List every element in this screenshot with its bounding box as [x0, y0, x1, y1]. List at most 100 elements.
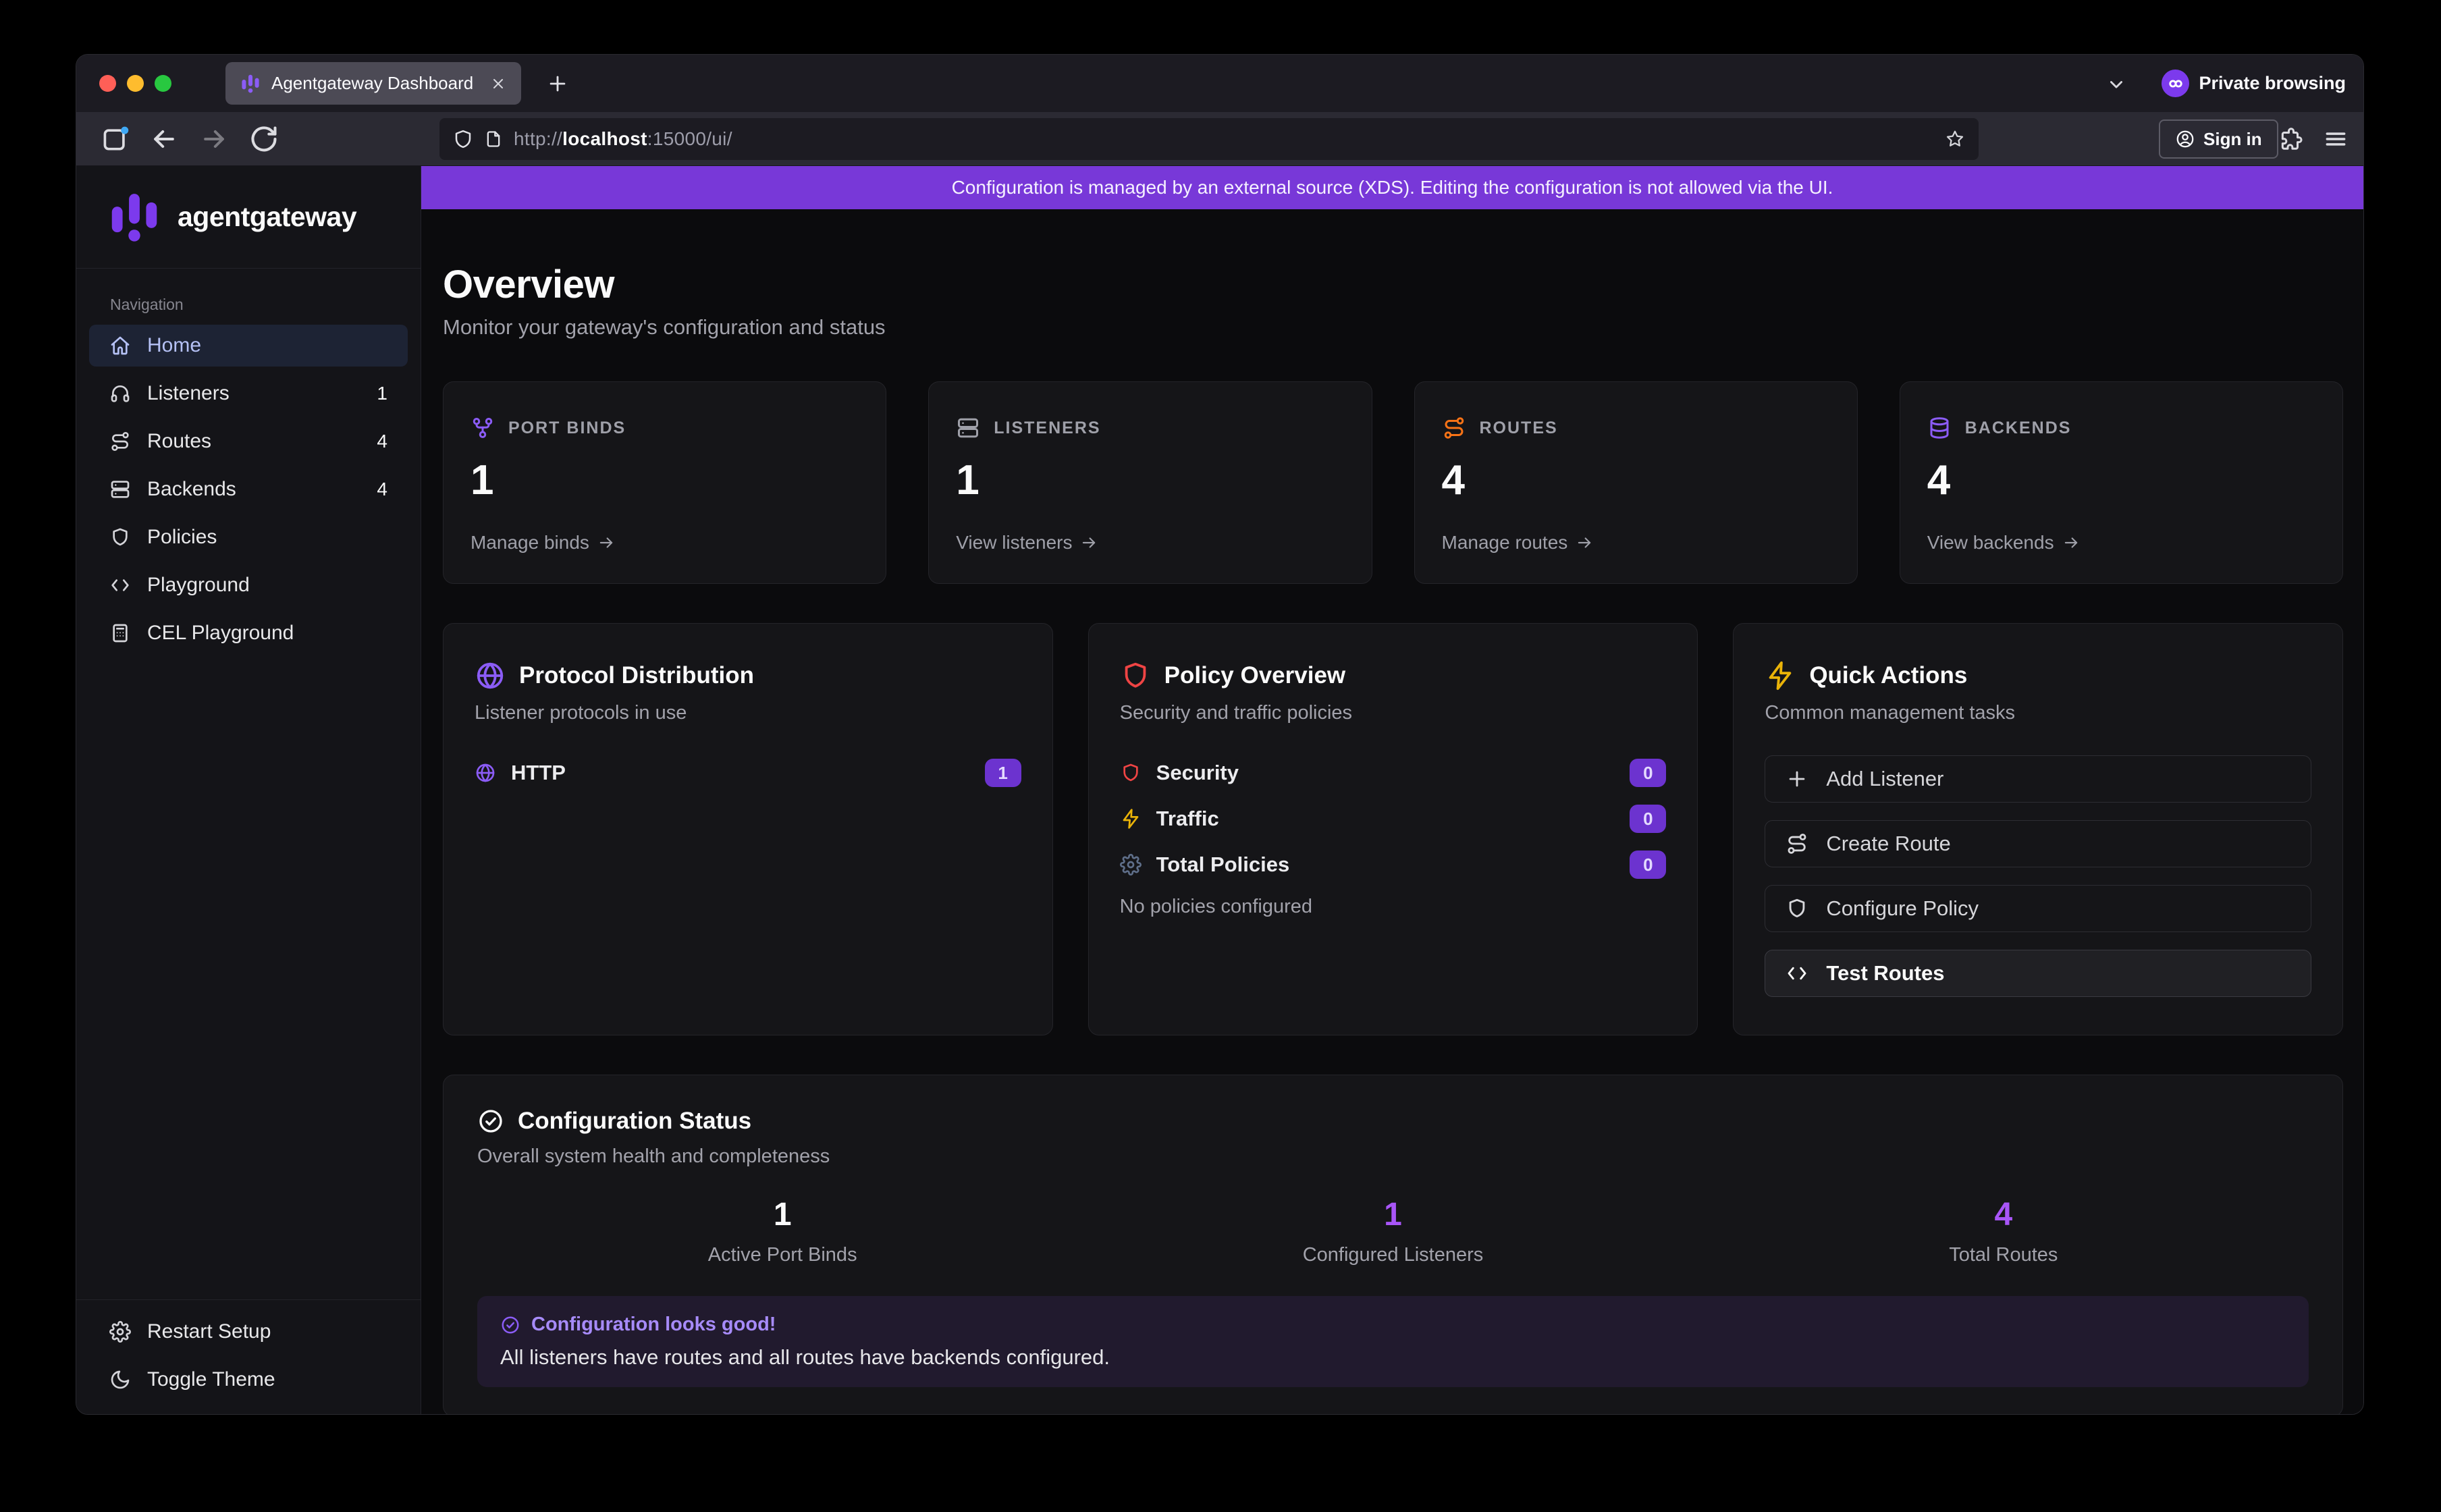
stat-label: BACKENDS: [1965, 418, 2072, 438]
new-tab-button[interactable]: [546, 72, 569, 95]
stat-value: 4: [1927, 456, 2315, 504]
browser-window: Agentgateway Dashboard Private browsing …: [76, 54, 2364, 1415]
policy-count-badge: 0: [1630, 850, 1666, 879]
tracking-protection-shield-icon[interactable]: [453, 129, 473, 149]
back-icon[interactable]: [149, 124, 179, 154]
protocol-distribution-card: Protocol Distribution Listener protocols…: [443, 623, 1053, 1035]
check-circle-icon: [477, 1108, 504, 1135]
sidebar-item-home[interactable]: Home: [89, 325, 408, 367]
shield-icon: [1120, 660, 1151, 691]
xds-banner: Configuration is managed by an external …: [421, 166, 2363, 209]
list-tabs-chevron-icon[interactable]: [2107, 75, 2126, 94]
quick-actions-card: Quick Actions Common management tasks Ad…: [1733, 623, 2343, 1035]
agentgateway-favicon-icon: [240, 74, 261, 94]
home-icon: [109, 335, 131, 356]
sidebar-footer: Restart Setup Toggle Theme: [76, 1299, 421, 1415]
globe-icon: [475, 660, 506, 691]
git-fork-icon: [471, 416, 495, 440]
create-route-button[interactable]: Create Route: [1765, 820, 2311, 867]
close-tab-icon[interactable]: [490, 76, 506, 92]
add-listener-button[interactable]: Add Listener: [1765, 755, 2311, 803]
extensions-puzzle-icon[interactable]: [2278, 126, 2304, 152]
private-browsing-label: Private browsing: [2199, 73, 2346, 94]
stat-value: 1: [956, 456, 1344, 504]
stat-value: 4: [1442, 456, 1830, 504]
sidebar-item-playground[interactable]: Playground: [89, 564, 408, 606]
manage-binds-link[interactable]: Manage binds: [471, 532, 859, 554]
main-content: Configuration is managed by an external …: [421, 166, 2363, 1415]
stat-card-listeners: LISTENERS 1 View listeners: [928, 381, 1372, 584]
site-info-page-icon[interactable]: [484, 130, 503, 148]
stat-label: ROUTES: [1480, 418, 1558, 438]
manage-routes-link[interactable]: Manage routes: [1442, 532, 1830, 554]
policy-label: Security: [1156, 761, 1239, 785]
zoom-window-button[interactable]: [155, 75, 171, 92]
sidebar-item-backends[interactable]: Backends 4: [89, 468, 408, 510]
calculator-icon: [109, 622, 131, 644]
route-icon: [1442, 416, 1466, 440]
sidebar-item-routes[interactable]: Routes 4: [89, 421, 408, 462]
stat-label: LISTENERS: [994, 418, 1100, 438]
sidebar-item-listeners[interactable]: Listeners 1: [89, 373, 408, 414]
status-stat-port-binds: 1 Active Port Binds: [477, 1196, 1088, 1266]
configure-policy-button[interactable]: Configure Policy: [1765, 885, 2311, 932]
shield-icon: [1786, 897, 1808, 920]
sign-in-button[interactable]: Sign in: [2159, 119, 2278, 159]
status-stat-value: 4: [1698, 1196, 2309, 1233]
card-subtitle: Overall system health and completeness: [477, 1145, 2309, 1168]
footer-item-label: Restart Setup: [147, 1320, 271, 1343]
status-stat-value: 1: [477, 1196, 1088, 1233]
protocol-count-badge: 1: [985, 759, 1021, 787]
sidebar-item-label: Routes: [147, 430, 211, 453]
close-window-button[interactable]: [99, 75, 116, 92]
sidebar-item-count: 4: [377, 431, 387, 452]
headphones-icon: [109, 383, 131, 404]
toggle-theme-button[interactable]: Toggle Theme: [89, 1359, 408, 1401]
sidebar: agentgateway Navigation Home Listeners 1…: [76, 166, 421, 1415]
test-routes-button[interactable]: Test Routes: [1765, 950, 2311, 997]
firefox-view-icon[interactable]: [101, 124, 130, 154]
sidebar-item-label: Backends: [147, 478, 236, 501]
bookmark-star-icon[interactable]: [1945, 129, 1965, 149]
arrow-right-icon: [1576, 534, 1593, 551]
sidebar-item-label: Home: [147, 334, 201, 357]
sidebar-item-label: Listeners: [147, 382, 230, 405]
view-backends-link[interactable]: View backends: [1927, 532, 2315, 554]
card-title: Configuration Status: [518, 1108, 751, 1135]
route-icon: [109, 431, 131, 452]
sidebar-item-label: Policies: [147, 526, 217, 549]
server-icon: [956, 416, 980, 440]
page-title: Overview: [443, 262, 2343, 307]
brand: agentgateway: [76, 166, 421, 269]
gear-icon: [109, 1321, 131, 1343]
database-icon: [1927, 416, 1952, 440]
code-icon: [109, 574, 131, 596]
view-listeners-link[interactable]: View listeners: [956, 532, 1344, 554]
card-subtitle: Security and traffic policies: [1120, 702, 1667, 724]
restart-setup-button[interactable]: Restart Setup: [89, 1311, 408, 1353]
url-text[interactable]: http://localhost:15000/ui/: [514, 128, 732, 150]
card-subtitle: Listener protocols in use: [475, 702, 1021, 724]
private-browsing-badge: Private browsing: [2162, 70, 2346, 97]
minimize-window-button[interactable]: [127, 75, 144, 92]
stat-card-backends: BACKENDS 4 View backends: [1900, 381, 2343, 584]
browser-toolbar: http://localhost:15000/ui/ Sign in: [76, 112, 2363, 166]
account-icon: [2175, 129, 2195, 149]
menu-hamburger-icon[interactable]: [2323, 126, 2349, 152]
shield-icon: [1120, 762, 1142, 784]
sidebar-item-cel-playground[interactable]: CEL Playground: [89, 612, 408, 654]
sidebar-item-policies[interactable]: Policies: [89, 516, 408, 558]
status-stat-label: Total Routes: [1698, 1244, 2309, 1266]
address-bar[interactable]: http://localhost:15000/ui/: [439, 118, 1979, 160]
forward-icon[interactable]: [199, 124, 229, 154]
check-circle-icon: [500, 1315, 520, 1335]
reload-icon[interactable]: [249, 124, 279, 154]
window-controls[interactable]: [99, 75, 171, 92]
browser-tab[interactable]: Agentgateway Dashboard: [225, 62, 521, 105]
configuration-ok-alert: Configuration looks good! All listeners …: [477, 1296, 2309, 1387]
status-stat-label: Configured Listeners: [1088, 1244, 1698, 1266]
sidebar-item-label: Playground: [147, 574, 250, 597]
sidebar-item-count: 4: [377, 479, 387, 500]
tab-title: Agentgateway Dashboard: [271, 73, 473, 94]
protocol-row-http: HTTP 1: [475, 758, 1021, 788]
